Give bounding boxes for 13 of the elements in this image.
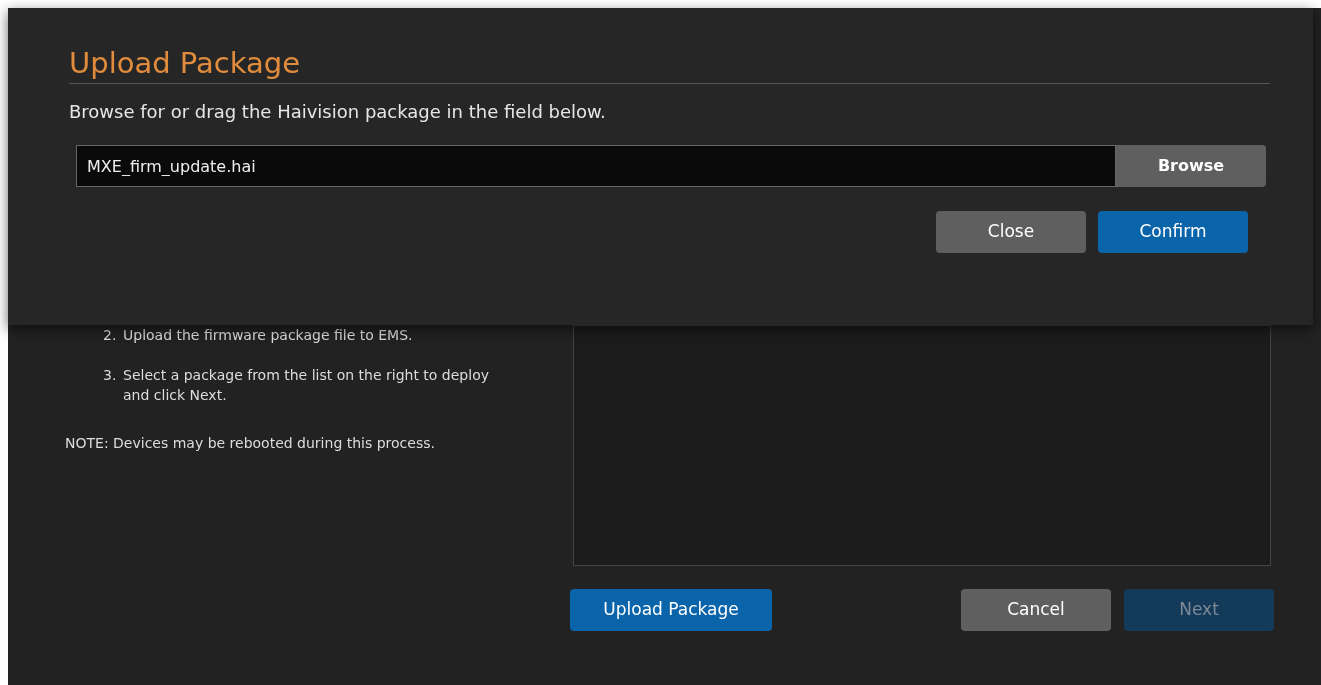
file-field[interactable]: MXE_firm_update.hai bbox=[76, 145, 1116, 187]
step-text: Upload the firmware package file to EMS. bbox=[123, 326, 414, 345]
step-text: Select a package from the list on the right to deploy and click Next. bbox=[123, 366, 490, 405]
note-text: NOTE: Devices may be rebooted during this process. bbox=[65, 434, 436, 453]
dialog-button[interactable]: Close bbox=[936, 211, 1086, 253]
upload-package-button[interactable]: Upload Package bbox=[570, 589, 772, 631]
browse-button[interactable]: Browse bbox=[1116, 145, 1266, 187]
dialog-button[interactable]: Confirm bbox=[1098, 211, 1248, 253]
step-number: 2. bbox=[103, 326, 118, 345]
step-number: 3. bbox=[103, 366, 118, 385]
instruction-text: Browse for or drag the Haivision package in the field below. bbox=[69, 100, 607, 124]
footer-button[interactable]: Cancel bbox=[961, 589, 1111, 631]
dialog-title: Upload Package bbox=[69, 45, 302, 82]
